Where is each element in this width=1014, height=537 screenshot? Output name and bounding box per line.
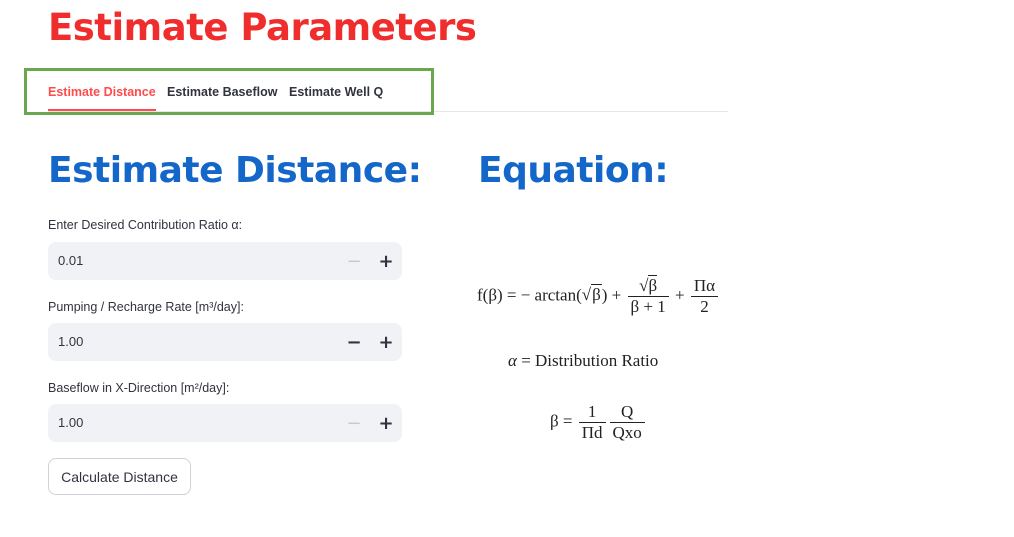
- sqrt-beta: √β: [581, 284, 602, 305]
- baseflow-label: Baseflow in X-Direction [m²/day]:: [48, 381, 230, 395]
- contribution-ratio-label: Enter Desired Contribution Ratio α:: [48, 218, 243, 232]
- baseflow-value[interactable]: 1.00: [58, 415, 83, 430]
- eq1-after-sqrt: ) +: [601, 285, 622, 305]
- pumping-rate-input[interactable]: 1.00 − +: [48, 323, 402, 361]
- tabs-highlight-box: [24, 68, 434, 115]
- minus-icon[interactable]: −: [338, 323, 370, 361]
- minus-icon[interactable]: −: [338, 242, 370, 280]
- eq3-fraction-1: 1 Πd: [578, 402, 606, 443]
- page-title: Estimate Parameters: [48, 6, 477, 49]
- equation-f-beta: f(β) = − arctan(√β) + √β β + 1 + Πα 2: [477, 275, 720, 317]
- pumping-rate-label: Pumping / Recharge Rate [m³/day]:: [48, 300, 244, 314]
- plus-icon[interactable]: +: [370, 242, 402, 280]
- eq1-fraction-1: √β β + 1: [627, 275, 669, 317]
- estimate-distance-heading: Estimate Distance:: [48, 150, 422, 191]
- contribution-ratio-value[interactable]: 0.01: [58, 253, 83, 268]
- eq1-fraction-2: Πα 2: [690, 276, 719, 317]
- eq3-lhs: β =: [550, 411, 573, 431]
- baseflow-input[interactable]: 1.00 − +: [48, 404, 402, 442]
- contribution-ratio-input[interactable]: 0.01 − +: [48, 242, 402, 280]
- eq1-lhs: f(β) = − arctan(: [477, 285, 582, 305]
- calculate-distance-button[interactable]: Calculate Distance: [48, 458, 191, 495]
- equation-beta: β = 1 Πd Q Qxo: [550, 402, 647, 443]
- plus-icon[interactable]: +: [370, 323, 402, 361]
- equation-heading: Equation:: [478, 150, 669, 191]
- pumping-rate-value[interactable]: 1.00: [58, 334, 83, 349]
- equation-alpha: α = Distribution Ratio: [508, 351, 659, 370]
- plus-icon[interactable]: +: [370, 404, 402, 442]
- eq1-plus: +: [675, 285, 685, 305]
- eq3-fraction-2: Q Qxo: [609, 402, 645, 443]
- minus-icon[interactable]: −: [338, 404, 370, 442]
